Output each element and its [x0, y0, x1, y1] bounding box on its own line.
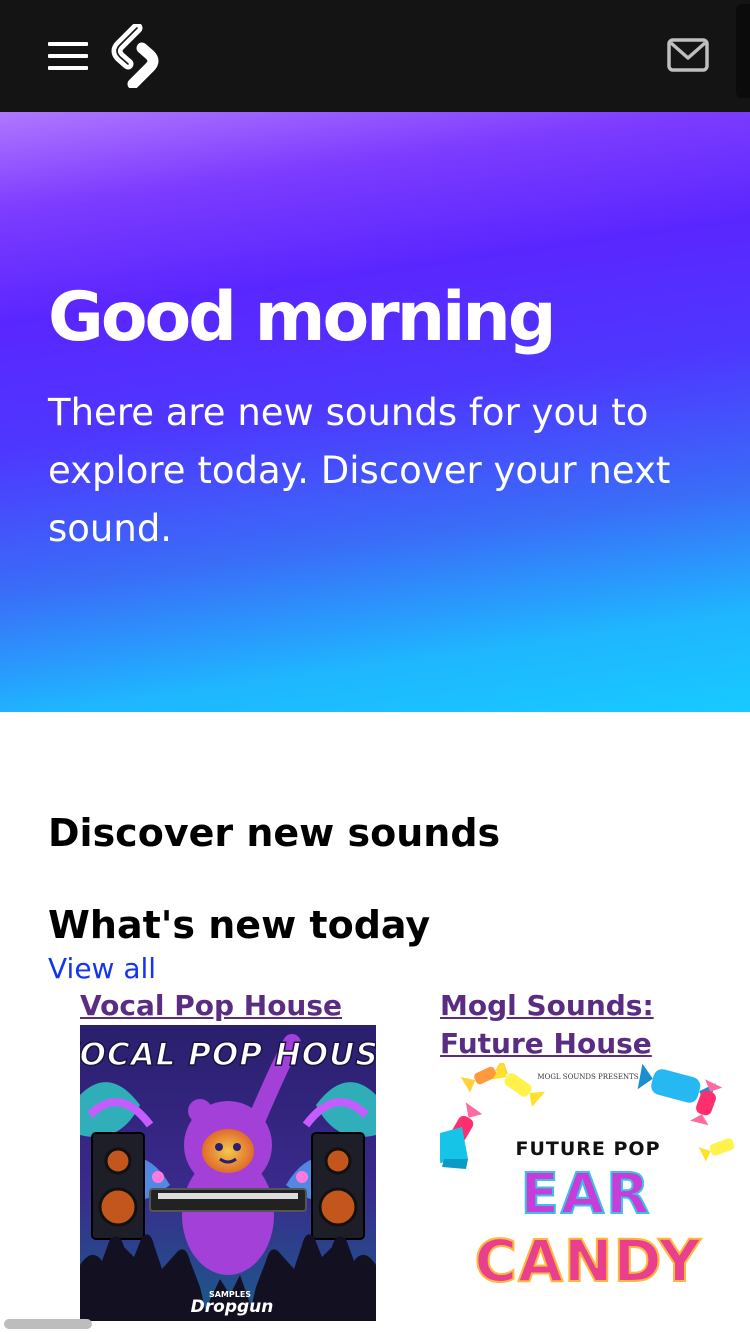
envelope-icon[interactable] [666, 36, 710, 74]
hamburger-menu-icon[interactable] [46, 38, 90, 74]
cover-publisher: MOGL SOUNDS PRESENTS [537, 1073, 638, 1081]
section-title: What's new today [48, 903, 431, 947]
cover-line-candy: CANDY [475, 1227, 702, 1295]
hero-banner: Good morning There are new sounds for yo… [0, 112, 750, 712]
view-all-link[interactable]: View all [48, 950, 156, 988]
hero-title: Good morning [48, 278, 557, 357]
splice-logo-icon[interactable] [110, 24, 160, 88]
menu-line [48, 54, 88, 58]
cover-line-ear: EAR [521, 1162, 652, 1227]
edge-strip [736, 4, 750, 98]
menu-line [48, 42, 88, 46]
discover-heading: Discover new sounds [48, 811, 501, 855]
card-title-mogl-sounds[interactable]: Mogl Sounds: Future House [440, 987, 740, 1063]
cover-mogl-sounds[interactable]: MOGL SOUNDS PRESENTS FUTURE POP EAR CAND… [440, 1063, 736, 1321]
hero-text: There are new sounds for you to explore … [48, 391, 671, 550]
cover-line-future-pop: FUTURE POP [515, 1138, 660, 1160]
album-art-ear-candy: MOGL SOUNDS PRESENTS FUTURE POP EAR CAND… [440, 1063, 736, 1321]
cover-label-dropgun: Dropgun [191, 1297, 274, 1317]
top-navigation-bar [0, 0, 750, 112]
cover-vocal-pop-house[interactable]: VOCAL POP HOUSE SAMPLES Dropgun [80, 1025, 376, 1321]
scroll-indicator[interactable] [4, 1319, 92, 1329]
card-title-vocal-pop-house[interactable]: Vocal Pop House [80, 987, 342, 1025]
album-art-vocal-pop-house: VOCAL POP HOUSE SAMPLES Dropgun [80, 1025, 376, 1321]
menu-line [48, 66, 88, 70]
cover-title-vocal-pop-house: VOCAL POP HOUSE [80, 1037, 376, 1073]
